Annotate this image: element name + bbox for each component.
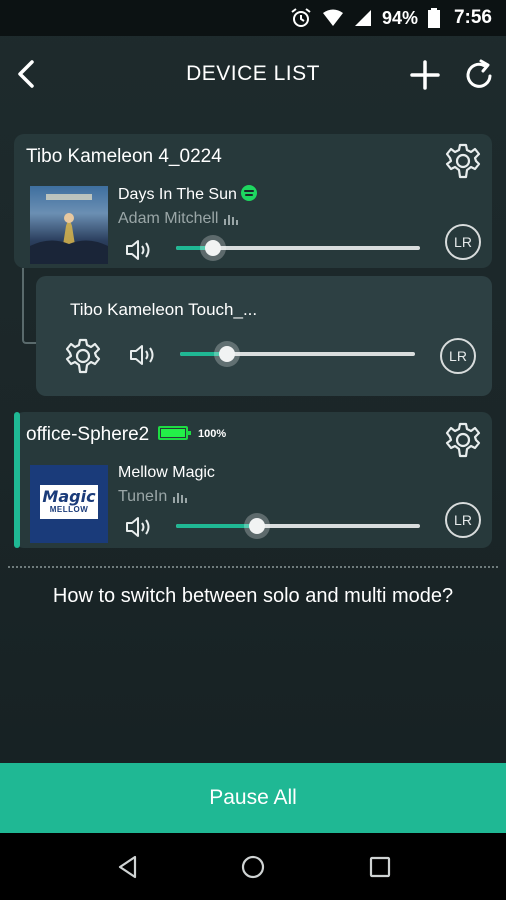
plus-icon[interactable] [408, 58, 442, 92]
top-app-bar: DEVICE LIST [0, 36, 506, 112]
active-indicator [14, 412, 20, 548]
equalizer-icon [224, 214, 239, 225]
spotify-icon [240, 184, 257, 201]
track-title: Mellow Magic [118, 464, 215, 481]
track-title: Days In The Sun [118, 184, 257, 204]
volume-slider-thumb[interactable] [200, 235, 226, 261]
alarm-icon [291, 8, 311, 27]
speaker-volume-icon[interactable] [128, 342, 158, 368]
solo-multi-help-link[interactable]: How to switch between solo and multi mod… [0, 585, 506, 608]
equalizer-icon [173, 492, 188, 503]
album-art: Magic MELLOW [30, 465, 108, 543]
gear-icon[interactable] [444, 421, 482, 459]
home-circle-icon[interactable] [239, 853, 267, 881]
speaker-volume-icon[interactable] [124, 237, 154, 263]
device-battery-icon [158, 426, 191, 440]
battery-icon [427, 8, 440, 28]
signal-icon [354, 10, 371, 26]
system-nav-bar [0, 833, 506, 900]
section-divider [8, 566, 498, 568]
track-artist: TuneIn [118, 488, 188, 506]
clock: 7:56 [453, 7, 492, 28]
volume-slider-thumb[interactable] [244, 513, 270, 539]
grouped-device-name: Tibo Kameleon Touch_... [70, 300, 258, 319]
channel-lr-button[interactable]: LR [440, 338, 476, 374]
wifi-icon [322, 9, 343, 26]
device-battery-percent: 100% [198, 428, 227, 440]
channel-lr-button[interactable]: LR [445, 502, 481, 538]
album-art [30, 186, 108, 264]
art-logo-subtext: MELLOW [49, 505, 89, 514]
volume-slider-thumb[interactable] [214, 341, 240, 367]
device-name: Tibo Kameleon 4_0224 [26, 146, 222, 167]
grouped-device-card [36, 276, 492, 396]
recents-square-icon[interactable] [366, 853, 394, 881]
gear-icon[interactable] [64, 337, 102, 375]
volume-slider[interactable] [176, 513, 420, 539]
battery-level [161, 429, 185, 437]
volume-slider[interactable] [176, 235, 420, 261]
device-name: office-Sphere2 [26, 424, 150, 445]
art-logo-text: Magic [42, 487, 96, 506]
channel-lr-button[interactable]: LR [445, 224, 481, 260]
speaker-volume-icon[interactable] [124, 514, 154, 540]
battery-percent: 94% [381, 7, 418, 28]
volume-slider[interactable] [180, 341, 415, 367]
gear-icon[interactable] [444, 142, 482, 180]
status-bar: 94% 7:56 [0, 0, 506, 36]
back-triangle-icon[interactable] [114, 853, 142, 881]
pause-all-button[interactable]: Pause All [0, 763, 506, 833]
refresh-icon[interactable] [464, 58, 496, 92]
track-artist: Adam Mitchell [118, 210, 239, 228]
